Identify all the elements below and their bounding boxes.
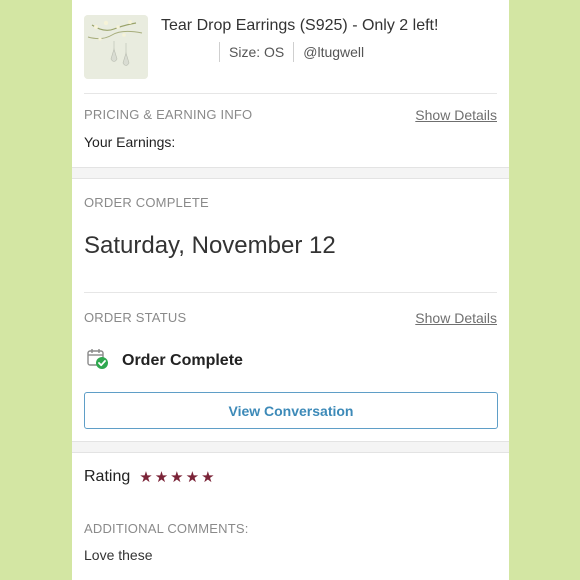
star-icon: ★ — [201, 468, 215, 486]
rating-stars: ★ ★ ★ ★ ★ — [139, 470, 216, 485]
order-status-row: Order Complete — [86, 348, 243, 374]
pricing-show-details-link[interactable]: Show Details — [415, 107, 497, 123]
divider — [84, 292, 497, 293]
pricing-label: PRICING & EARNING INFO — [84, 107, 253, 122]
additional-comments-label: ADDITIONAL COMMENTS: — [84, 521, 249, 536]
order-status-show-details-link[interactable]: Show Details — [415, 310, 497, 326]
star-icon: ★ — [170, 468, 184, 486]
order-details-screen: Tear Drop Earrings (S925) - Only 2 left!… — [72, 0, 509, 580]
section-separator — [72, 441, 509, 453]
order-status-text: Order Complete — [122, 352, 243, 369]
item-size: Size: OS — [229, 44, 285, 60]
comment-text: Love these — [84, 547, 153, 563]
divider — [84, 93, 497, 94]
your-earnings-label: Your Earnings: — [84, 134, 176, 150]
order-complete-label: ORDER COMPLETE — [84, 195, 209, 210]
item-thumbnail[interactable] — [84, 15, 148, 79]
rating-row: Rating ★ ★ ★ ★ ★ — [84, 468, 217, 486]
star-icon: ★ — [154, 468, 169, 486]
item-title[interactable]: Tear Drop Earrings (S925) - Only 2 left! — [161, 17, 438, 35]
rating-label: Rating — [84, 468, 131, 485]
section-separator — [72, 167, 509, 179]
star-icon: ★ — [139, 468, 153, 486]
order-complete-date: Saturday, November 12 — [84, 232, 336, 259]
order-status-label: ORDER STATUS — [84, 310, 187, 325]
calendar-check-icon — [86, 347, 110, 376]
seller-username[interactable]: @ltugwell — [294, 44, 364, 60]
item-meta: Size: OS @ltugwell — [219, 42, 364, 62]
view-conversation-button[interactable]: View Conversation — [84, 392, 498, 429]
star-icon: ★ — [185, 468, 200, 486]
